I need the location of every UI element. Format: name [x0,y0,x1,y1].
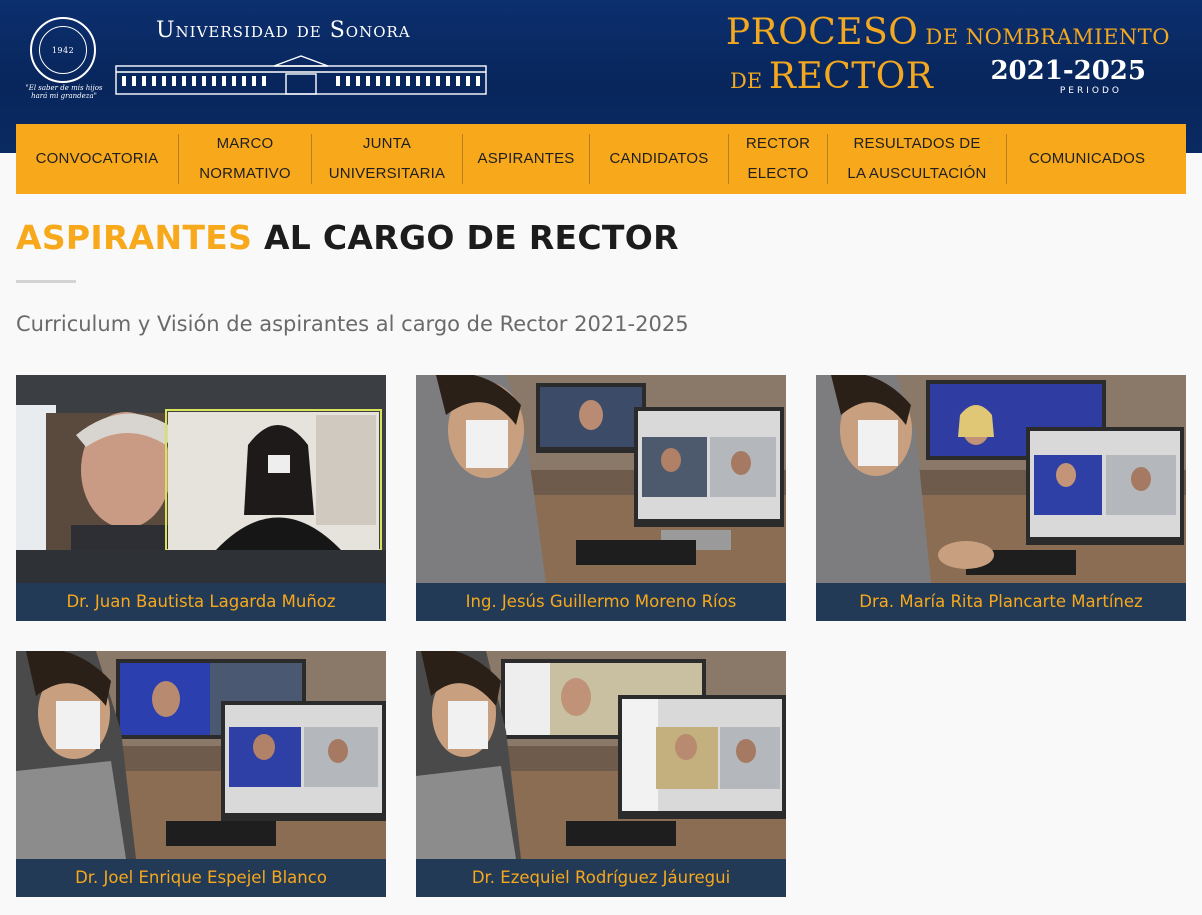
nav-label: CONVOCATORIA [35,150,159,167]
nav-label-line: NORMATIVO [199,165,291,182]
nav-label: CANDIDATOS [609,150,709,167]
nav-label: JUNTA UNIVERSITARIA [329,129,446,189]
nav-aspirantes[interactable]: ASPIRANTES [463,124,589,194]
nav-junta-universitaria[interactable]: JUNTA UNIVERSITARIA [312,124,462,194]
page-title-accent: ASPIRANTES [16,218,253,257]
period-label: PERIODO [1059,86,1122,96]
university-seal-icon[interactable]: 1942 [30,17,96,83]
nav-label-line: RESULTADOS DE [853,135,981,152]
nav-convocatoria[interactable]: CONVOCATORIA [16,124,178,194]
process-title-line1: PROCESO DE NOMBRAMIENTO [726,12,1170,53]
aspirant-photo[interactable] [16,651,386,859]
main-nav: CONVOCATORIA MARCO NORMATIVO JUNTA UNIVERS… [16,124,1186,194]
nav-label-line: ELECTO [747,165,809,182]
nav-label-line: LA AUSCULTACIÓN [847,165,987,182]
aspirant-card[interactable]: Dr. Ezequiel Rodríguez Jáuregui [416,651,786,897]
aspirant-photo[interactable] [16,375,386,583]
aspirant-photo[interactable] [416,651,786,859]
nav-marco-normativo[interactable]: MARCO NORMATIVO [179,124,311,194]
aspirant-name[interactable]: Dr. Ezequiel Rodríguez Jáuregui [416,859,786,897]
process-title-line2: DE RECTOR [730,56,933,97]
period-years: 2021-2025 [990,56,1146,86]
title-divider [16,280,76,283]
nav-resultados-auscultacion[interactable]: RESULTADOS DE LA AUSCULTACIÓN [828,124,1006,194]
aspirant-name[interactable]: Dra. María Rita Plancarte Martínez [816,583,1186,621]
process-title: PROCESO DE NOMBRAMIENTO DE RECTOR 2021-2… [700,6,1170,106]
aspirant-photo[interactable] [416,375,786,583]
aspirant-name[interactable]: Dr. Joel Enrique Espejel Blanco [16,859,386,897]
nav-label: RESULTADOS DE LA AUSCULTACIÓN [847,129,986,189]
seal-year: 1942 [39,26,87,74]
aspirant-card[interactable]: Dra. María Rita Plancarte Martínez [816,375,1186,621]
page-title: ASPIRANTES AL CARGO DE RECTOR [16,218,679,257]
title-de-nombramiento: DE NOMBRAMIENTO [918,25,1170,49]
university-name[interactable]: Universidad de Sonora [156,18,411,43]
nav-label-line: UNIVERSITARIA [328,165,446,182]
title-de: DE [730,69,769,93]
nav-rector-electo[interactable]: RECTOR ELECTO [729,124,827,194]
page-title-rest: AL CARGO DE RECTOR [252,218,679,257]
nav-label: RECTOR ELECTO [746,129,810,189]
title-rector: RECTOR [768,56,934,97]
aspirant-name[interactable]: Dr. Juan Bautista Lagarda Muñoz [16,583,386,621]
nav-label-line: RECTOR [745,135,811,152]
aspirant-card[interactable]: Dr. Joel Enrique Espejel Blanco [16,651,386,897]
building-illustration-icon [115,55,487,95]
nav-label: COMUNICADOS [1028,150,1146,167]
aspirant-card[interactable]: Dr. Juan Bautista Lagarda Muñoz [16,375,386,621]
nav-comunicados[interactable]: COMUNICADOS [1007,124,1167,194]
nav-candidatos[interactable]: CANDIDATOS [590,124,728,194]
page-subtitle: Curriculum y Visión de aspirantes al car… [16,312,689,336]
aspirant-name[interactable]: Ing. Jesús Guillermo Moreno Ríos [416,583,786,621]
aspirant-photo[interactable] [816,375,1186,583]
nav-label: MARCO NORMATIVO [199,129,291,189]
university-motto: "El saber de mis hijos hará mi grandeza" [25,84,103,100]
aspirant-card[interactable]: Ing. Jesús Guillermo Moreno Ríos [416,375,786,621]
nav-label-line: JUNTA [362,135,412,152]
title-proceso: PROCESO [725,12,919,53]
nav-label: ASPIRANTES [477,150,575,167]
nav-label-line: MARCO [216,135,274,152]
